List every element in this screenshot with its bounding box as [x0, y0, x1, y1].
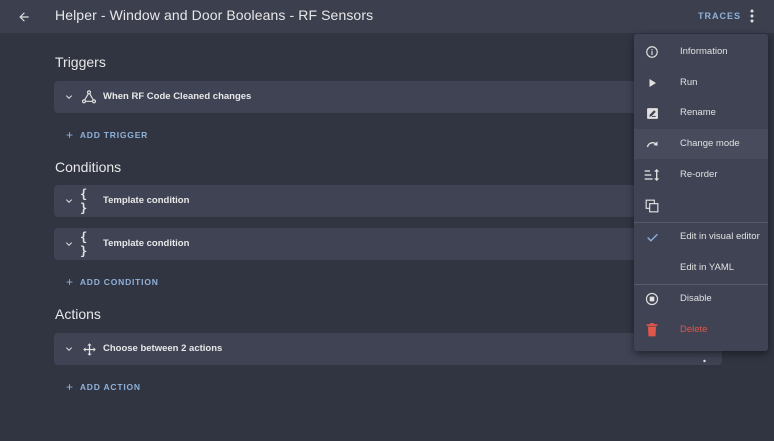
menu-item-label: Information [680, 46, 728, 57]
add-condition-label: ADD CONDITION [79, 277, 159, 287]
check-icon [644, 229, 660, 245]
menu-item-label: Rename [680, 107, 716, 118]
menu-item-edit-visual[interactable]: Edit in visual editor [634, 222, 768, 252]
menu-item-label: Delete [680, 324, 708, 335]
menu-item-reorder[interactable]: Re-order [634, 160, 768, 190]
triggers-heading: Triggers [55, 54, 106, 70]
sort-icon [644, 167, 660, 183]
menu-item-label: Disable [680, 293, 712, 304]
plus-icon: + [66, 275, 74, 289]
hub-icon [80, 88, 98, 106]
trigger-label: When RF Code Cleaned changes [103, 91, 252, 102]
menu-item-change-mode[interactable]: Change mode [634, 129, 768, 159]
page-title: Helper - Window and Door Booleans - RF S… [55, 7, 374, 23]
dots-vertical-icon [750, 9, 754, 23]
play-icon [644, 75, 660, 91]
overflow-menu-button[interactable] [744, 6, 760, 26]
menu-item-rename[interactable]: Rename [634, 98, 768, 128]
condition-label: Template condition [103, 195, 190, 206]
add-condition-button[interactable]: + ADD CONDITION [66, 275, 159, 289]
back-button[interactable] [12, 5, 36, 29]
menu-item-edit-yaml[interactable]: Edit in YAML [634, 253, 768, 283]
rename-icon [644, 105, 660, 121]
menu-item-label: Change mode [680, 138, 740, 149]
action-label: Choose between 2 actions [103, 343, 223, 354]
add-trigger-label: ADD TRIGGER [79, 130, 149, 140]
overflow-menu: Information Run Rename Change mode Re-or… [634, 34, 768, 351]
arrow-all-icon [80, 340, 98, 358]
add-action-label: ADD ACTION [79, 382, 141, 392]
menu-item-run[interactable]: Run [634, 68, 768, 98]
chevron-down-icon[interactable] [63, 343, 75, 355]
menu-item-duplicate[interactable] [634, 191, 768, 221]
code-braces-icon: { } [80, 230, 88, 258]
condition-card[interactable]: { } Template condition [54, 228, 722, 260]
menu-item-information[interactable]: Information [634, 37, 768, 67]
menu-item-delete[interactable]: Delete [634, 315, 768, 345]
conditions-heading: Conditions [55, 159, 122, 175]
top-app-bar: Helper - Window and Door Booleans - RF S… [0, 0, 774, 33]
actions-heading: Actions [55, 306, 101, 322]
trigger-card[interactable]: When RF Code Cleaned changes [54, 81, 722, 113]
menu-item-disable[interactable]: Disable [634, 284, 768, 314]
code-braces-icon: { } [80, 187, 88, 215]
condition-card[interactable]: { } Template condition [54, 185, 722, 217]
plus-icon: + [66, 380, 74, 394]
menu-item-label: Run [680, 77, 698, 88]
arrow-left-icon [19, 12, 29, 22]
chevron-down-icon[interactable] [63, 91, 75, 103]
action-card-overflow-dot[interactable] [703, 350, 706, 363]
add-action-button[interactable]: + ADD ACTION [66, 380, 141, 394]
plus-icon: + [66, 128, 74, 142]
delete-icon [644, 322, 660, 338]
chevron-down-icon[interactable] [63, 195, 75, 207]
redo-icon [644, 136, 660, 152]
duplicate-icon [644, 198, 660, 214]
menu-item-label: Re-order [680, 169, 718, 180]
action-card[interactable]: Choose between 2 actions [54, 333, 722, 365]
information-icon [644, 44, 660, 60]
traces-button[interactable]: TRACES [698, 11, 741, 21]
add-trigger-button[interactable]: + ADD TRIGGER [66, 128, 149, 142]
chevron-down-icon[interactable] [63, 238, 75, 250]
menu-item-label: Edit in visual editor [680, 231, 760, 242]
stop-circle-icon [644, 291, 660, 307]
condition-label: Template condition [103, 238, 190, 249]
menu-item-label: Edit in YAML [680, 262, 735, 273]
